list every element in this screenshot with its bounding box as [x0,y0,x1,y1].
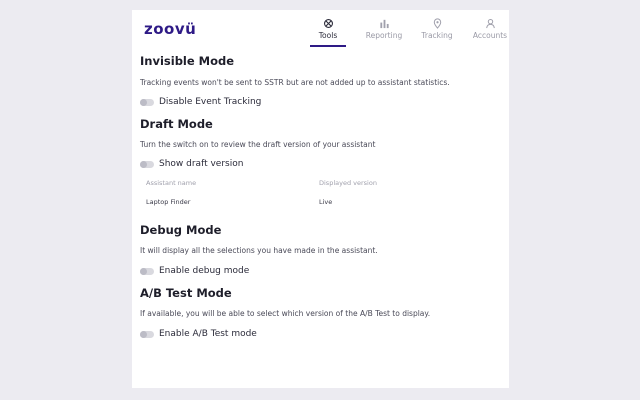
tab-tracking[interactable]: Tracking [416,17,458,46]
invisible-mode-toggle-row: Disable Event Tracking [140,97,499,107]
disable-event-tracking-switch[interactable] [140,98,154,106]
draft-mode-description: Turn the switch on to review the draft v… [140,140,376,149]
disable-event-tracking-label: Disable Event Tracking [159,97,262,107]
version-table: Assistant name Displayed version Laptop … [140,179,499,209]
invisible-mode-title: Invisible Mode [140,54,235,68]
tab-reporting[interactable]: Reporting [358,17,410,46]
draft-mode-section: Draft Mode Turn the switch on to review … [140,117,499,209]
ab-test-mode-toggle-row: Enable A/B Test mode [140,329,499,339]
enable-debug-mode-label: Enable debug mode [159,266,250,276]
tab-tools-label: Tools [318,31,338,40]
user-icon [485,17,496,29]
assistant-name-value: Laptop Finder [146,198,191,206]
header: zoovü Tools Reporting Tracking Accounts [132,10,509,48]
show-draft-version-label: Show draft version [159,159,244,169]
bar-chart-icon [379,17,390,29]
ab-test-mode-section: A/B Test Mode If available, you will be … [140,286,499,339]
tab-accounts[interactable]: Accounts [464,17,509,46]
location-pin-icon [432,17,443,29]
displayed-version-value: Live [319,198,333,206]
enable-ab-test-mode-switch[interactable] [140,330,154,338]
show-draft-version-switch[interactable] [140,160,154,168]
tab-reporting-label: Reporting [365,31,403,40]
debug-mode-section: Debug Mode It will display all the selec… [140,223,499,276]
debug-mode-description: It will display all the selections you h… [140,246,378,255]
invisible-mode-description: Tracking events won't be sent to SSTR bu… [140,78,450,87]
displayed-version-header: Displayed version [319,179,377,187]
ab-test-mode-description: If available, you will be able to select… [140,309,431,318]
tab-accounts-label: Accounts [472,31,508,40]
assistant-name-header: Assistant name [146,179,197,187]
tools-icon [323,17,334,29]
ab-test-mode-title: A/B Test Mode [140,286,232,300]
enable-ab-test-mode-label: Enable A/B Test mode [159,329,257,339]
zoovu-logo: zoovü [144,20,197,38]
nav-tabs: Tools Reporting Tracking Accounts [304,17,509,47]
debug-mode-title: Debug Mode [140,223,222,237]
tab-tracking-label: Tracking [421,31,453,40]
tab-tools[interactable]: Tools [304,17,352,47]
enable-debug-mode-switch[interactable] [140,267,154,275]
invisible-mode-section: Invisible Mode Tracking events won't be … [140,54,499,107]
extension-panel: zoovü Tools Reporting Tracking Accounts … [132,10,509,388]
debug-mode-toggle-row: Enable debug mode [140,266,499,276]
tools-content: Invisible Mode Tracking events won't be … [140,54,499,339]
draft-mode-toggle-row: Show draft version [140,159,499,169]
draft-mode-title: Draft Mode [140,117,213,131]
